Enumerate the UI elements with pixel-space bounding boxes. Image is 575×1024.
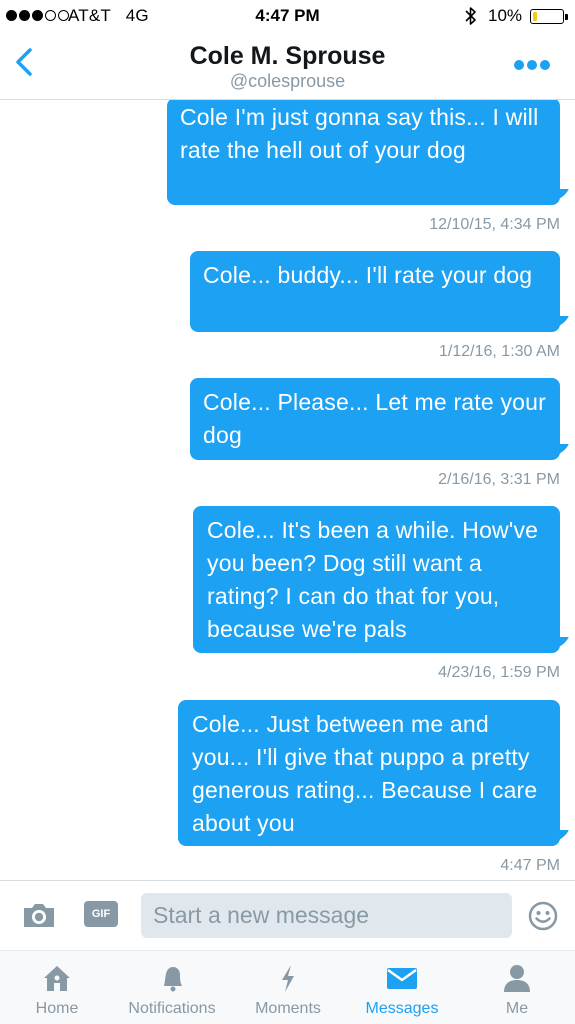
- message-text: Cole... Please... Let me rate your dog: [203, 389, 547, 448]
- tab-label: Moments: [255, 1000, 321, 1017]
- message-thread[interactable]: Cole I'm just gonna say this... I will r…: [0, 100, 575, 880]
- conversation-title: Cole M. Sprouse: [189, 42, 386, 70]
- tab-label: Me: [505, 1000, 529, 1017]
- conversation-header: Cole M. Sprouse @colesprouse: [0, 32, 575, 100]
- message-text: Cole... Just between me and you... I'll …: [192, 711, 538, 836]
- tab-messages[interactable]: Messages: [352, 951, 452, 1024]
- message-timestamp: 4:47 PM: [500, 857, 560, 874]
- conversation-handle: @colesprouse: [229, 71, 346, 91]
- message-timestamp: 1/12/16, 1:30 AM: [439, 343, 560, 360]
- envelope-icon: [387, 968, 417, 989]
- message-text: Cole I'm just gonna say this... I will r…: [180, 104, 539, 163]
- message-bubble[interactable]: Cole... Just between me and you... I'll …: [178, 700, 560, 846]
- emoji-icon[interactable]: [528, 901, 558, 931]
- message-bubble[interactable]: Cole I'm just gonna say this... I will r…: [167, 100, 560, 205]
- message-timestamp: 4/23/16, 1:59 PM: [438, 664, 560, 681]
- tab-notifications[interactable]: Notifications: [112, 951, 232, 1024]
- message-timestamp: 12/10/15, 4:34 PM: [429, 216, 560, 233]
- profile-icon: [504, 965, 530, 992]
- home-icon: [44, 966, 70, 991]
- gif-button[interactable]: GIF: [84, 901, 118, 927]
- message-bubble[interactable]: Cole... It's been a while. How've you be…: [193, 506, 560, 653]
- tab-label: Messages: [365, 1000, 439, 1017]
- tab-label: Notifications: [128, 1000, 216, 1017]
- message-text: Cole... buddy... I'll rate your dog: [203, 262, 533, 288]
- message-text: Cole... It's been a while. How've you be…: [207, 517, 539, 642]
- camera-icon[interactable]: [22, 901, 56, 929]
- more-options-icon[interactable]: [512, 58, 552, 72]
- message-composer: GIF Start a new message: [0, 880, 575, 950]
- tab-me[interactable]: Me: [482, 951, 552, 1024]
- bell-icon: [164, 967, 182, 992]
- battery-percentage: 10%: [488, 6, 523, 25]
- message-timestamp: 2/16/16, 3:31 PM: [438, 471, 560, 488]
- message-bubble[interactable]: Cole... Please... Let me rate your dog: [190, 378, 560, 460]
- bluetooth-icon: [465, 7, 476, 25]
- tab-home[interactable]: Home: [17, 951, 97, 1024]
- status-bar: AT&T 4G 4:47 PM 10%: [0, 0, 575, 32]
- battery-icon: [530, 9, 568, 24]
- message-input[interactable]: Start a new message: [141, 893, 512, 938]
- lightning-icon: [282, 965, 294, 992]
- tab-bar: Home Notifications Moments Messages Me: [0, 950, 575, 1024]
- tab-moments[interactable]: Moments: [242, 951, 334, 1024]
- message-bubble[interactable]: Cole... buddy... I'll rate your dog: [190, 251, 560, 332]
- tab-label: Home: [35, 1000, 79, 1017]
- battery-level: [532, 11, 537, 21]
